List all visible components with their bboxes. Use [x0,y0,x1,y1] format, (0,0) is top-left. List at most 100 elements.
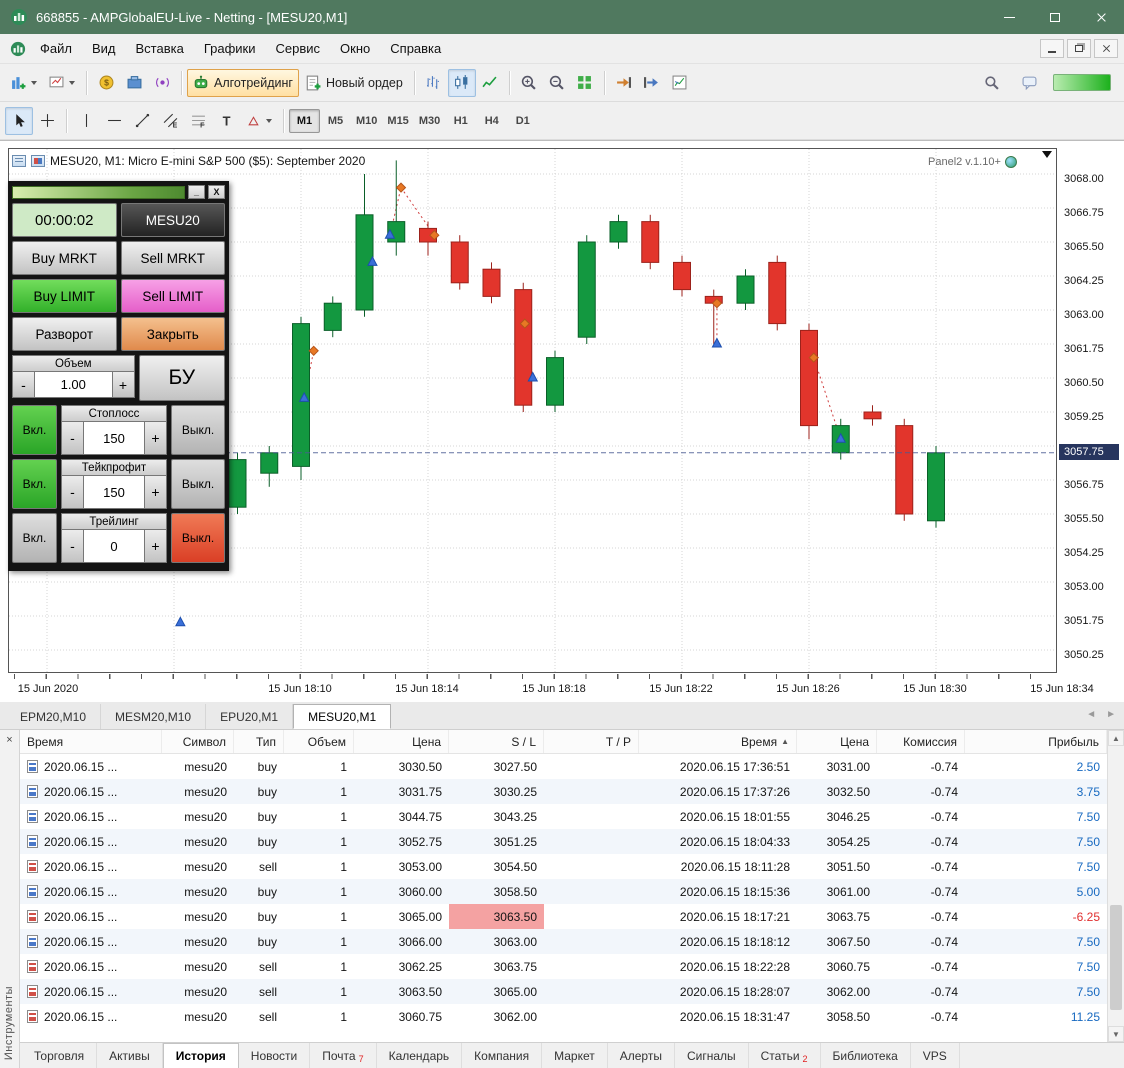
column-header[interactable]: S / L [449,730,544,753]
tile-windows-button[interactable] [571,69,599,97]
menu-item[interactable]: Сервис [266,36,331,61]
toolbox-tab-новости[interactable]: Новости [239,1043,311,1068]
bars-chart-button[interactable] [420,69,448,97]
timeframe-m1-button[interactable]: M1 [289,108,320,133]
table-scrollbar[interactable]: ▲ ▼ [1107,730,1124,1042]
enable-button[interactable]: Вкл. [12,459,57,509]
close-button[interactable] [1078,0,1124,34]
toolbox-tab-vps[interactable]: VPS [911,1043,960,1068]
scroll-down-icon[interactable]: ▼ [1108,1026,1124,1042]
chart-profiles-button[interactable] [43,69,81,97]
menu-item[interactable]: Вставка [126,36,194,61]
vertical-line-button[interactable] [72,107,100,135]
toolbox-tab-библиотека[interactable]: Библиотека [821,1043,911,1068]
text-tool-button[interactable]: T [212,107,240,135]
history-row[interactable]: 2020.06.15 ... mesu20 buy 1 3031.75 3030.25 20… [20,779,1107,804]
panel-minimize-button[interactable]: _ [188,185,205,199]
volume-minus-button[interactable]: - [12,371,35,398]
toolbox-tab-сигналы[interactable]: Сигналы [675,1043,749,1068]
horizontal-line-button[interactable] [100,107,128,135]
strategy-tester-button[interactable] [666,69,694,97]
line-chart-button[interactable] [476,69,504,97]
history-row[interactable]: 2020.06.15 ... mesu20 buy 1 3030.50 3027.50 20… [20,754,1107,779]
column-header[interactable]: Время ▲ [639,730,797,753]
column-header[interactable]: Цена [354,730,449,753]
menu-item[interactable]: Вид [82,36,126,61]
volume-plus-button[interactable]: + [111,371,135,398]
toolbox-tab-маркет[interactable]: Маркет [542,1043,608,1068]
toolbox-tab-история[interactable]: История [162,1043,239,1068]
reverse-button[interactable]: Разворот [12,317,117,351]
menu-item[interactable]: Файл [30,36,82,61]
toolbox-close-icon[interactable]: × [3,734,17,746]
history-row[interactable]: 2020.06.15 ... mesu20 sell 1 3063.50 3065.00 2… [20,979,1107,1004]
column-header[interactable]: Тип [234,730,284,753]
timeframe-h4-button[interactable]: H4 [476,109,507,133]
disable-button[interactable]: Выкл. [171,459,225,509]
shapes-button[interactable] [240,107,278,135]
new-chart-button[interactable] [5,69,43,97]
column-header[interactable]: Комиссия [877,730,965,753]
disable-button[interactable]: Выкл. [171,405,225,455]
column-header[interactable]: Цена [797,730,877,753]
history-row[interactable]: 2020.06.15 ... mesu20 buy 1 3065.00 3063.50 20… [20,904,1107,929]
toolbox-tab-торговля[interactable]: Торговля [22,1043,98,1068]
chart-tab[interactable]: MESU20,M1 [293,704,392,729]
chat-button[interactable] [1015,69,1043,97]
buy-limit-button[interactable]: Buy LIMIT [12,279,117,313]
breakeven-button[interactable]: БУ [138,355,225,401]
history-row[interactable]: 2020.06.15 ... mesu20 sell 1 3060.75 3062.00 2… [20,1004,1107,1029]
auto-scroll-button[interactable] [610,69,638,97]
buy-market-button[interactable]: Buy MRKT [12,241,117,275]
scroll-up-icon[interactable]: ▲ [1108,730,1124,746]
timeframe-d1-button[interactable]: D1 [507,109,538,133]
time-scale[interactable]: 15 Jun 2020 15 Jun 18:10 15 Jun 18:14 15 Ju… [0,674,1124,702]
timeframe-m10-button[interactable]: M10 [351,109,382,133]
chart-tab[interactable]: EPU20,M1 [206,704,294,729]
timeframe-h1-button[interactable]: H1 [445,109,476,133]
search-button[interactable] [977,69,1005,97]
chart-tab[interactable]: MESM20,M10 [101,704,207,729]
chart-tabs-prev-icon[interactable]: ◄ [1086,709,1096,720]
toolbox-tab-компания[interactable]: Компания [462,1043,543,1068]
panel-symbol-button[interactable]: MESU20 [120,203,225,237]
minus-button[interactable]: - [61,421,84,455]
chart-tabs-next-icon[interactable]: ► [1106,709,1116,720]
zoom-in-button[interactable] [515,69,543,97]
menu-item[interactable]: Графики [194,36,266,61]
timeframe-m30-button[interactable]: M30 [414,109,445,133]
toolbox-window-button[interactable] [120,69,148,97]
menu-item[interactable]: Окно [330,36,380,61]
plus-button[interactable]: + [144,529,167,563]
value-field[interactable]: 150 [84,475,144,509]
cursor-button[interactable] [5,106,33,135]
panel-close-button[interactable]: X [208,185,225,199]
child-restore-button[interactable] [1067,39,1091,58]
price-scale[interactable]: 3057.75 3068.00 3066.75 3065.50 3064.25 3063… [1059,148,1124,675]
plus-button[interactable]: + [144,421,167,455]
fibonacci-button[interactable]: F [184,107,212,135]
column-header[interactable]: T / P [544,730,639,753]
history-row[interactable]: 2020.06.15 ... mesu20 sell 1 3062.25 3063.75 2… [20,954,1107,979]
chart-shift-button[interactable] [638,69,666,97]
maximize-button[interactable] [1032,0,1078,34]
history-row[interactable]: 2020.06.15 ... mesu20 sell 1 3053.00 3054.50 2… [20,854,1107,879]
timeframe-m5-button[interactable]: M5 [320,109,351,133]
minus-button[interactable]: - [61,529,84,563]
toolbox-tab-алерты[interactable]: Алерты [608,1043,675,1068]
disable-button[interactable]: Выкл. [171,513,225,563]
enable-button[interactable]: Вкл. [12,405,57,455]
column-header[interactable]: Символ [162,730,234,753]
close-position-button[interactable]: Закрыть [120,317,225,351]
child-close-button[interactable] [1094,39,1118,58]
value-field[interactable]: 150 [84,421,144,455]
minimize-button[interactable] [986,0,1032,34]
plus-button[interactable]: + [144,475,167,509]
scrollbar-thumb[interactable] [1110,905,1122,1010]
sell-limit-button[interactable]: Sell LIMIT [120,279,225,313]
value-field[interactable]: 0 [84,529,144,563]
column-header[interactable]: Время [20,730,162,753]
chart-tab[interactable]: EPM20,M10 [6,704,102,729]
enable-button[interactable]: Вкл. [12,513,57,563]
toolbox-tab-активы[interactable]: Активы [97,1043,163,1068]
